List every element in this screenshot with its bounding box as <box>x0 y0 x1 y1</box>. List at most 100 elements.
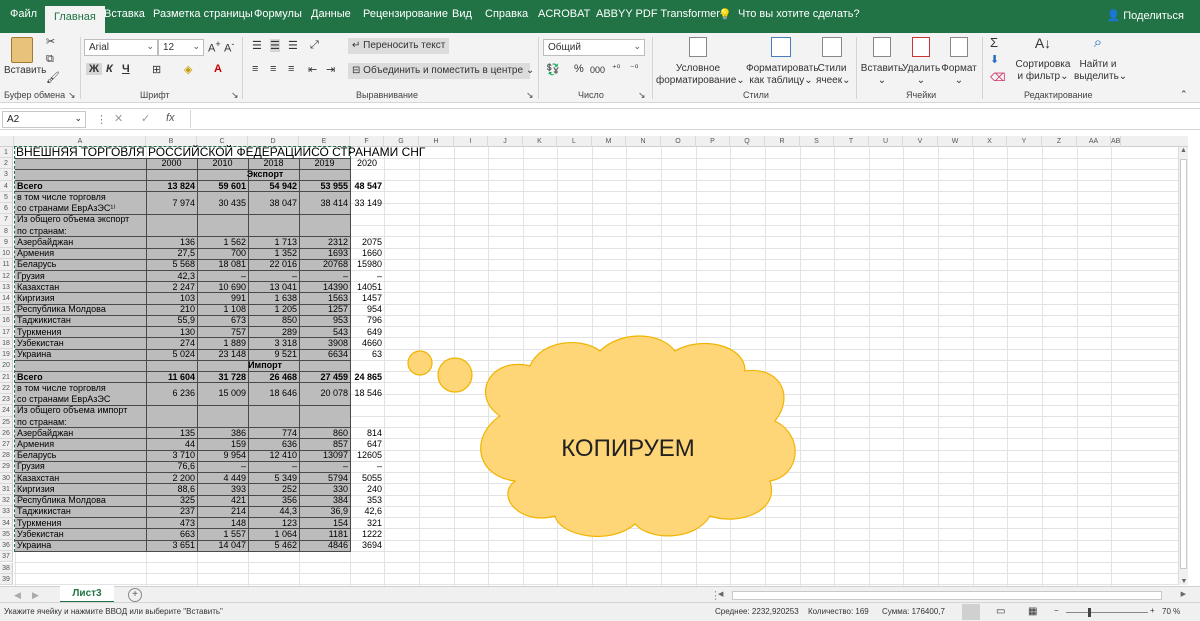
table-cell[interactable]: 1 352 <box>248 248 299 259</box>
table-cell[interactable]: 356 <box>248 495 299 506</box>
row-label[interactable]: Грузия <box>15 271 45 282</box>
table-cell[interactable]: 159 <box>197 439 248 450</box>
font-launcher-icon[interactable]: ↘ <box>231 90 239 101</box>
scroll-left-icon[interactable]: ◀ <box>718 590 723 598</box>
table-cell[interactable]: 1563 <box>299 293 350 304</box>
column-header[interactable]: J <box>488 136 523 147</box>
row-header[interactable]: 19 <box>0 349 13 361</box>
table-cell[interactable]: 1 889 <box>197 338 248 349</box>
section-header[interactable]: Импорт <box>146 360 384 371</box>
column-header[interactable]: O <box>661 136 696 147</box>
row-label[interactable]: Казахстан <box>15 473 59 484</box>
row-label[interactable]: Узбекистан <box>15 529 64 540</box>
row-label[interactable]: Республика Молдова <box>15 304 106 315</box>
column-header[interactable]: K <box>523 136 557 147</box>
table-cell[interactable]: 54 942 <box>248 181 299 192</box>
row-label[interactable]: Узбекистан <box>15 338 64 349</box>
scroll-tabs-right-icon[interactable]: ▶ <box>32 590 39 601</box>
table-cell[interactable]: 3 651 <box>146 540 197 551</box>
table-cell[interactable]: 3694 <box>350 540 384 551</box>
row-header[interactable]: 29 <box>0 461 13 473</box>
decrease-font-icon[interactable]: A- <box>224 39 234 55</box>
table-cell[interactable]: 647 <box>350 439 384 450</box>
column-header[interactable]: Y <box>1007 136 1042 147</box>
table-cell[interactable]: 421 <box>197 495 248 506</box>
zoom-level[interactable]: 70 % <box>1162 607 1180 616</box>
table-cell[interactable]: 63 <box>350 349 384 360</box>
table-cell[interactable]: 850 <box>248 315 299 326</box>
worksheet-grid[interactable]: A B C D E F G H I J K L M N O P Q R S T U V W X Y Z AA AB 123456789… <box>0 136 1188 586</box>
table-cell[interactable]: 1257 <box>299 304 350 315</box>
font-size-select[interactable]: 12 ⌄ <box>158 39 204 56</box>
row-header[interactable]: 30 <box>0 472 13 484</box>
table-cell[interactable]: 26 468 <box>248 372 299 383</box>
tell-me-search[interactable]: Что вы хотите сделать? <box>738 8 860 20</box>
table-cell[interactable]: 2312 <box>299 237 350 248</box>
name-box[interactable]: A2 ⌄ <box>2 111 86 128</box>
row-header[interactable]: 39 <box>0 573 13 585</box>
column-header[interactable]: R <box>765 136 800 147</box>
table-cell[interactable]: 210 <box>146 304 197 315</box>
table-cell[interactable]: 38 414 <box>299 198 350 209</box>
section-header[interactable]: Экспорт <box>146 169 384 180</box>
table-cell[interactable]: 6 236 <box>146 388 197 399</box>
sort-filter-button[interactable]: A↓ Сортировка и фильтр⌄ <box>1014 36 1072 83</box>
table-cell[interactable]: 44,3 <box>248 506 299 517</box>
table-cell[interactable]: 321 <box>350 518 384 529</box>
table-cell[interactable]: 330 <box>299 484 350 495</box>
h-scroll-thumb[interactable] <box>732 591 1162 600</box>
row-header[interactable]: 2 <box>0 158 13 170</box>
sheet-title[interactable]: ВНЕШНЯЯ ТОРГОВЛЯ РОССИЙСКОЙ ФЕДЕРАЦИИСО … <box>16 146 425 158</box>
table-cell[interactable]: 673 <box>197 315 248 326</box>
table-cell[interactable]: 44 <box>146 439 197 450</box>
row-label[interactable]: Армения <box>15 248 54 259</box>
table-cell[interactable]: 13 824 <box>146 181 197 192</box>
row-header[interactable]: 14 <box>0 292 13 305</box>
row-header[interactable]: 32 <box>0 495 13 507</box>
tab-page-layout[interactable]: Разметка страницы <box>153 8 253 20</box>
row-label[interactable]: Из общего объема экспорт <box>15 214 129 225</box>
table-cell[interactable]: 7 974 <box>146 198 197 209</box>
align-top-icon[interactable]: ☰ <box>252 39 262 52</box>
increase-decimal-icon[interactable]: ⁺⁰ <box>612 63 620 74</box>
row-header[interactable]: 37 <box>0 551 13 563</box>
align-middle-icon[interactable]: ☰ <box>270 39 280 52</box>
table-cell[interactable]: 991 <box>197 293 248 304</box>
thousands-button[interactable]: 000 <box>590 65 605 75</box>
table-cell[interactable]: 13 041 <box>248 282 299 293</box>
table-cell[interactable]: 12605 <box>350 450 384 461</box>
table-cell[interactable]: 148 <box>197 518 248 529</box>
table-cell[interactable]: 33 149 <box>350 198 384 209</box>
table-cell[interactable]: 1693 <box>299 248 350 259</box>
table-cell[interactable]: 4660 <box>350 338 384 349</box>
table-cell[interactable]: 5 024 <box>146 349 197 360</box>
table-cell[interactable]: 663 <box>146 529 197 540</box>
horizontal-scrollbar[interactable]: ◀ ▶ <box>718 590 1188 601</box>
table-cell[interactable]: – <box>350 271 384 282</box>
row-header[interactable]: 27 <box>0 438 13 451</box>
table-cell[interactable]: – <box>299 461 350 472</box>
table-cell[interactable]: 1 638 <box>248 293 299 304</box>
merge-center-button[interactable]: ⊟ Объединить и поместить в центре ⌄ <box>348 63 534 79</box>
row-header[interactable]: 25 <box>0 416 13 428</box>
table-cell[interactable]: 55,9 <box>146 315 197 326</box>
table-cell[interactable]: – <box>350 461 384 472</box>
increase-indent-icon[interactable]: ⇥ <box>326 63 335 76</box>
page-layout-view-icon[interactable]: ▭ <box>996 606 1005 617</box>
table-cell[interactable]: 11 604 <box>146 372 197 383</box>
row-header[interactable]: 3 <box>0 169 13 181</box>
row-header[interactable]: 5 <box>0 191 13 204</box>
table-cell[interactable]: 700 <box>197 248 248 259</box>
row-label[interactable]: в том числе торговля <box>15 192 106 203</box>
table-cell[interactable]: 23 148 <box>197 349 248 360</box>
row-label[interactable]: Всего <box>15 372 43 383</box>
table-cell[interactable]: 1457 <box>350 293 384 304</box>
column-header[interactable]: Z <box>1042 136 1077 147</box>
table-cell[interactable]: 103 <box>146 293 197 304</box>
row-header[interactable]: 6 <box>0 203 13 215</box>
italic-button[interactable]: К <box>106 63 113 75</box>
table-cell[interactable]: 473 <box>146 518 197 529</box>
table-cell[interactable]: 649 <box>350 327 384 338</box>
table-cell[interactable]: 2 200 <box>146 473 197 484</box>
table-cell[interactable]: 386 <box>197 428 248 439</box>
